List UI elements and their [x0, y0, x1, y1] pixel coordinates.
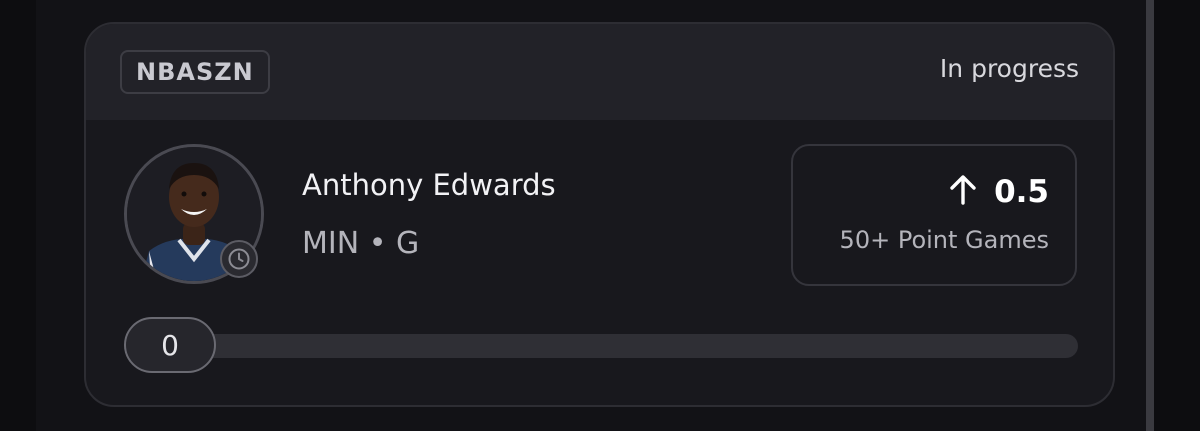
card-header: NBASZN In progress — [86, 24, 1113, 120]
league-badge: NBASZN — [120, 50, 270, 94]
scrollbar[interactable] — [1146, 0, 1154, 431]
pick-value: 0.5 — [994, 174, 1049, 210]
pick-line: 0.5 — [948, 174, 1049, 210]
player-team-position: MIN • G — [302, 226, 420, 261]
arrow-up-icon — [948, 174, 978, 210]
player-name[interactable]: Anthony Edwards — [302, 168, 556, 202]
clock-icon — [220, 240, 258, 278]
pick-market: 50+ Point Games — [839, 226, 1049, 254]
status-text: In progress — [939, 54, 1079, 83]
pick-line-box[interactable]: 0.5 50+ Point Games — [791, 144, 1077, 286]
pick-card[interactable]: NBASZN In progress Anthony Edwards MIN •… — [84, 22, 1115, 407]
progress-track — [124, 334, 1078, 358]
right-margin — [1146, 0, 1200, 431]
progress-current-value: 0 — [124, 317, 216, 373]
page: NBASZN In progress Anthony Edwards MIN •… — [0, 0, 1200, 431]
left-margin — [0, 0, 36, 431]
